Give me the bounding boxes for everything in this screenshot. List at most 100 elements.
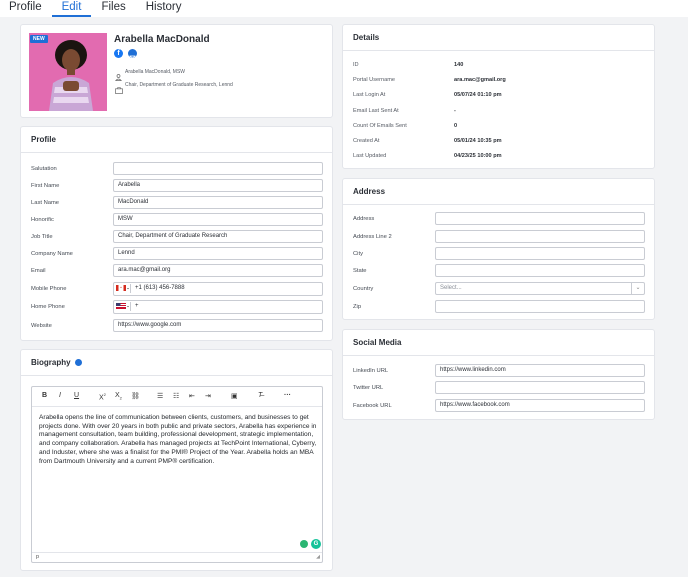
social-media-card-header: Social Media (343, 330, 654, 356)
editor-path: p (36, 554, 40, 560)
tab-files[interactable]: Files (91, 0, 135, 17)
country-select[interactable]: Select... ⌄ (435, 282, 645, 295)
facebook-url-label: Facebook URL (353, 403, 392, 409)
state-label: State (353, 268, 367, 274)
clear-format-icon[interactable]: T̶ (258, 392, 262, 399)
biography-card-header: Biography (21, 350, 332, 376)
portal-username-value: ara.mac@gmail.org (454, 77, 506, 83)
city-input[interactable] (435, 247, 645, 260)
canada-flag-dropdown[interactable] (116, 284, 131, 293)
grammarly-bulb-icon[interactable] (300, 540, 308, 548)
emails-sent-count-label: Count Of Emails Sent (353, 123, 407, 129)
tab-bar: Profile Edit Files History (0, 0, 688, 17)
mobile-phone-label: Mobile Phone (31, 286, 67, 292)
biography-text[interactable]: Arabella opens the line of communication… (39, 414, 319, 466)
contact-name: Arabella MacDonald (114, 34, 210, 45)
salutation-label: Salutation (31, 166, 57, 172)
facebook-url-input[interactable]: https://www.facebook.com (435, 399, 645, 412)
company-name-label: Company Name (31, 251, 73, 257)
address-card: Address Address Address Line 2 City Stat… (342, 178, 655, 320)
bold-icon[interactable]: B (42, 392, 47, 399)
rich-text-editor: B I U X2 X2 ⛓ ☰ ☷ ⇤ ⇥ ▣ T̶ ··· Arabella … (31, 386, 323, 563)
underline-icon[interactable]: U (74, 392, 79, 399)
zip-input[interactable] (435, 300, 645, 313)
italic-icon[interactable]: I (59, 392, 61, 399)
country-select-value: Select... (440, 285, 462, 291)
last-name-input[interactable]: MacDonald (113, 196, 323, 209)
website-label: Website (31, 323, 52, 329)
zip-label: Zip (353, 304, 362, 310)
avatar (29, 33, 107, 111)
state-input[interactable] (435, 264, 645, 277)
email-icon[interactable] (128, 49, 137, 60)
bullet-list-icon[interactable]: ☰ (157, 392, 163, 400)
profile-card-header: Profile (21, 127, 332, 153)
last-name-label: Last Name (31, 200, 60, 206)
twitter-url-label: Twitter URL (353, 385, 384, 391)
email-last-sent-label: Email Last Sent At (353, 108, 399, 114)
facebook-icon[interactable]: f (114, 49, 123, 58)
last-login-value: 05/07/24 01:10 pm (454, 92, 502, 98)
more-icon[interactable]: ··· (284, 392, 291, 399)
biography-title: Biography (31, 357, 71, 367)
indent-icon[interactable]: ⇥ (205, 392, 211, 400)
email-label: Email (31, 268, 46, 274)
first-name-label: First Name (31, 183, 60, 189)
created-at-label: Created At (353, 138, 380, 144)
editor-toolbar: B I U X2 X2 ⛓ ☰ ☷ ⇤ ⇥ ▣ T̶ ··· (32, 387, 322, 407)
tab-profile[interactable]: Profile (0, 0, 52, 17)
salutation-input[interactable] (113, 162, 323, 175)
emails-sent-count-value: 0 (454, 123, 458, 129)
us-flag-dropdown[interactable] (116, 302, 131, 311)
outdent-icon[interactable]: ⇤ (189, 392, 195, 400)
tab-edit[interactable]: Edit (51, 0, 92, 17)
country-label: Country (353, 286, 374, 292)
editor-statusbar: p ◢ (32, 552, 322, 562)
contact-header-card: NEW Arabella MacDonald f Arabella MacDon… (20, 24, 333, 118)
first-name-input[interactable]: Arabella (113, 179, 323, 192)
id-value: 140 (454, 62, 464, 68)
job-org-text: Chair, Department of Graduate Research, … (125, 82, 233, 88)
image-icon[interactable]: ▣ (231, 392, 238, 400)
honorific-label: Honorific (31, 217, 54, 223)
linkedin-url-label: LinkedIn URL (353, 368, 389, 374)
tab-history[interactable]: History (136, 0, 192, 17)
superscript-icon[interactable]: X2 (99, 392, 106, 401)
address-line-2-input[interactable] (435, 230, 645, 243)
globe-icon (74, 359, 82, 366)
mobile-phone-field: +1 (613) 456-7888 (113, 282, 323, 296)
address-label: Address (353, 216, 375, 222)
email-input[interactable]: ara.mac@gmail.org (113, 264, 323, 277)
last-updated-label: Last Updated (353, 153, 387, 159)
honorific-input[interactable]: MSW (113, 213, 323, 226)
details-title: Details (353, 32, 380, 42)
subscript-icon[interactable]: X2 (115, 392, 122, 400)
details-card-header: Details (343, 25, 654, 51)
company-name-input[interactable]: Lennd (113, 247, 323, 260)
profile-title: Profile (31, 134, 56, 144)
portal-username-label: Portal Username (353, 77, 395, 83)
last-login-label: Last Login At (353, 92, 386, 98)
twitter-url-input[interactable] (435, 381, 645, 394)
website-input[interactable]: https://www.google.com (113, 319, 323, 332)
job-title-label: Job Title (31, 234, 53, 240)
created-at-value: 05/01/24 10:35 pm (454, 138, 502, 144)
home-phone-field: + (113, 300, 323, 314)
home-phone-value[interactable]: + (135, 303, 139, 309)
numbered-list-icon[interactable]: ☷ (173, 392, 179, 400)
job-title-input[interactable]: Chair, Department of Graduate Research (113, 230, 323, 243)
profile-card: Profile Salutation First Name Arabella L… (20, 126, 333, 341)
home-phone-label: Home Phone (31, 304, 65, 310)
address-card-header: Address (343, 179, 654, 205)
grammarly-icon[interactable]: G (311, 539, 321, 549)
resize-handle-icon[interactable]: ◢ (316, 554, 320, 560)
linkedin-url-input[interactable]: https://www.linkedin.com (435, 364, 645, 377)
email-last-sent-value: - (454, 108, 456, 114)
address-input[interactable] (435, 212, 645, 225)
id-label: ID (353, 62, 359, 68)
link-icon[interactable]: ⛓ (131, 392, 140, 400)
profile-photo (29, 33, 107, 111)
new-badge: NEW (30, 35, 48, 43)
social-media-card: Social Media LinkedIn URL https://www.li… (342, 329, 655, 420)
mobile-phone-value[interactable]: +1 (613) 456-7888 (135, 285, 185, 291)
